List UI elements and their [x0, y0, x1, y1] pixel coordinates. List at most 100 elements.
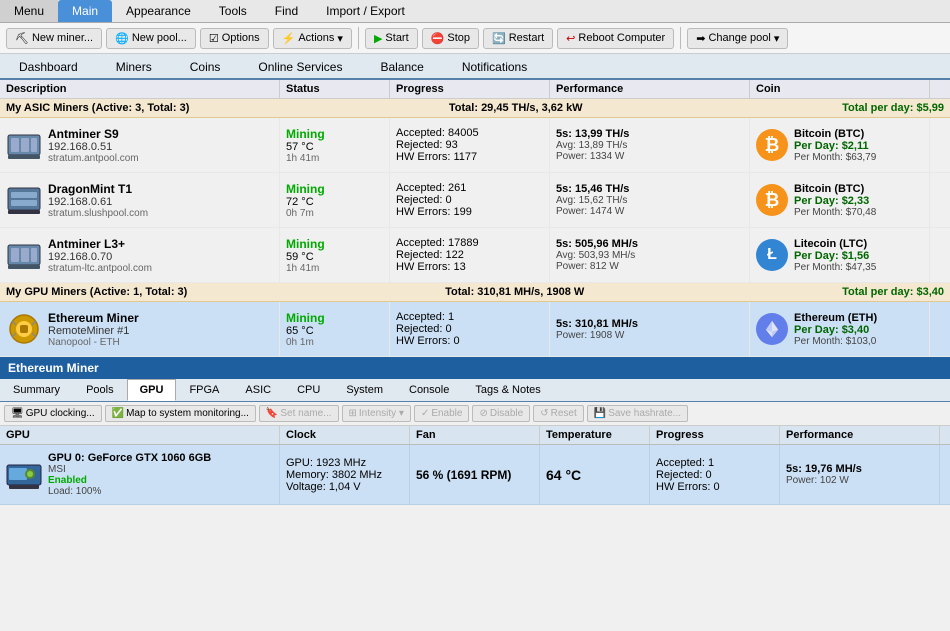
asic-miner-3-desc: Antminer L3+ 192.168.0.70 stratum-ltc.an… [6, 237, 273, 274]
asic-miner-3-performance-cell: 5s: 505,96 MH/s Avg: 503,93 MH/s Power: … [550, 228, 750, 282]
menu-item-tools[interactable]: Tools [205, 0, 261, 22]
col-header-performance: Performance [550, 80, 750, 98]
asic-miner-3-hw: HW Errors: 13 [396, 261, 543, 273]
gpu-device-0-gpu-mhz: GPU: 1923 MHz [286, 457, 403, 469]
asic-miner-1-info: Antminer S9 192.168.0.51 stratum.antpool… [48, 127, 139, 164]
gpu-miner-1-status-cell: Mining 65 °C 0h 1m [280, 302, 390, 356]
menu-item-menu[interactable]: Menu [0, 0, 58, 22]
asic-miner-3-coin: Ł Litecoin (LTC) Per Day: $1,56 Per Mont… [756, 238, 923, 273]
gpu-miner-1-rejected: Rejected: 0 [396, 323, 543, 335]
tab-coins[interactable]: Coins [171, 54, 240, 79]
map-monitoring-button[interactable]: ✅ Map to system monitoring... [105, 405, 256, 422]
btc-icon-1: ₿ [756, 129, 788, 161]
eth-icon [756, 313, 788, 345]
asic-miner-3-per-day: Per Day: $1,56 [794, 250, 876, 262]
gpu-miner-1-accepted: Accepted: 1 [396, 311, 543, 323]
asic-miner-2-elapsed: 0h 7m [286, 208, 383, 219]
asic-miner-1-pool: stratum.antpool.com [48, 153, 139, 164]
asic-miner-3-coin-name: Litecoin (LTC) [794, 238, 876, 250]
menu-item-appearance[interactable]: Appearance [112, 0, 205, 22]
asic-miner-1-name: Antminer S9 [48, 127, 139, 141]
menu-item-main[interactable]: Main [58, 0, 112, 22]
options-button[interactable]: ☑ Options [200, 28, 269, 49]
gpu-miner-1-remote: RemoteMiner #1 [48, 325, 139, 337]
enable-icon: ✓ [421, 408, 429, 419]
detail-tab-system[interactable]: System [333, 379, 396, 401]
actions-button[interactable]: ⚡ Actions ▾ [273, 28, 352, 49]
asic-miner-3-temp: 59 °C [286, 251, 383, 263]
restart-button[interactable]: 🔄 Restart [483, 28, 553, 49]
gpu-miner-1-per-day: Per Day: $3,40 [794, 324, 877, 336]
menu-item-find[interactable]: Find [261, 0, 312, 22]
tab-balance[interactable]: Balance [361, 54, 442, 79]
gpu-device-0-desc: GPU 0: GeForce GTX 1060 6GB MSI Enabled … [6, 452, 273, 497]
asic-miner-row-1[interactable]: Antminer S9 192.168.0.51 stratum.antpool… [0, 118, 950, 173]
asic-miner-2-performance-cell: 5s: 15,46 TH/s Avg: 15,62 TH/s Power: 14… [550, 173, 750, 227]
gpu-device-0-temp-cell: 64 °C [540, 445, 650, 504]
reset-button[interactable]: ↺ Reset [533, 405, 584, 422]
new-pool-button[interactable]: 🌐 New pool... [106, 28, 196, 49]
asic-miner-2-rejected: Rejected: 0 [396, 194, 543, 206]
change-pool-button[interactable]: ➡ Change pool ▾ [687, 28, 788, 49]
tab-notifications[interactable]: Notifications [443, 54, 546, 79]
asic-miner-2-hw: HW Errors: 199 [396, 206, 543, 218]
detail-tab-fpga[interactable]: FPGA [176, 379, 232, 401]
start-button[interactable]: ▶ Start [365, 28, 418, 49]
tab-dashboard[interactable]: Dashboard [0, 54, 97, 79]
gpu-device-0-load: Load: 100% [48, 486, 211, 497]
detail-tab-gpu[interactable]: GPU [127, 379, 177, 401]
detail-tab-asic[interactable]: ASIC [232, 379, 284, 401]
asic-miner-2-status-cell: Mining 72 °C 0h 7m [280, 173, 390, 227]
disable-button[interactable]: ⊘ Disable [472, 405, 530, 422]
gpu-clocking-button[interactable]: 🖥 GPU clocking... [4, 405, 102, 422]
disable-icon: ⊘ [479, 408, 487, 419]
asic-miner-row-2[interactable]: DragonMint T1 192.168.0.61 stratum.slush… [0, 173, 950, 228]
save-hashrate-button[interactable]: 💾 Save hashrate... [587, 405, 688, 422]
asic-miner-row-3[interactable]: Antminer L3+ 192.168.0.70 stratum-ltc.an… [0, 228, 950, 283]
gpu-col-header-progress: Progress [650, 426, 780, 444]
enable-button[interactable]: ✓ Enable [414, 405, 470, 422]
asic-miner-1-progress-cell: Accepted: 84005 Rejected: 93 HW Errors: … [390, 118, 550, 172]
reboot-button[interactable]: ↩ Reboot Computer [557, 28, 674, 49]
reset-icon: ↺ [540, 408, 548, 419]
detail-tab-pools[interactable]: Pools [73, 379, 127, 401]
gpu-device-0-hw-errors: HW Errors: 0 [656, 481, 773, 493]
actions-dropdown-icon: ▾ [337, 32, 343, 45]
asic-miner-3-coin-cell: Ł Litecoin (LTC) Per Day: $1,56 Per Mont… [750, 228, 930, 282]
gpu-col-header-performance: Performance [780, 426, 940, 444]
detail-tab-tags[interactable]: Tags & Notes [462, 379, 553, 401]
gpu-miner-1-perf-power: Power: 1908 W [556, 330, 743, 341]
asic-group-per-day: Total per day: $5,99 [842, 102, 944, 114]
gpu-group-total: Total: 310,81 MH/s, 1908 W [445, 286, 584, 298]
gpu-device-0-progress-cell: Accepted: 1 Rejected: 0 HW Errors: 0 [650, 445, 780, 504]
menu-item-import-export[interactable]: Import / Export [312, 0, 419, 22]
stop-button[interactable]: ⛔ Stop [422, 28, 479, 49]
asic-miner-1-per-day: Per Day: $2,11 [794, 140, 876, 152]
gpu-miner-row-1[interactable]: Ethereum Miner RemoteMiner #1 Nanopool -… [0, 302, 950, 357]
asic-miner-1-perf-avg: Avg: 13,89 TH/s [556, 140, 743, 151]
gpu-device-0-desc-cell: GPU 0: GeForce GTX 1060 6GB MSI Enabled … [0, 445, 280, 504]
gpu-device-0-brand: MSI [48, 464, 211, 475]
detail-tab-summary[interactable]: Summary [0, 379, 73, 401]
gpu-device-row-0[interactable]: GPU 0: GeForce GTX 1060 6GB MSI Enabled … [0, 445, 950, 505]
asic-miner-1-rejected: Rejected: 93 [396, 139, 543, 151]
asic-miner-2-name: DragonMint T1 [48, 182, 148, 196]
detail-header: Ethereum Miner [0, 357, 950, 379]
asic-miner-3-elapsed: 1h 41m [286, 263, 383, 274]
tab-online-services[interactable]: Online Services [239, 54, 361, 79]
gpu-miner-1-info: Ethereum Miner RemoteMiner #1 Nanopool -… [48, 311, 139, 348]
new-miner-button[interactable]: ⛏ New miner... [6, 28, 102, 49]
tab-miners[interactable]: Miners [97, 54, 171, 79]
detail-tab-console[interactable]: Console [396, 379, 462, 401]
intensity-button[interactable]: ⊞ Intensity ▾ [342, 405, 411, 422]
asic-miner-1-per-month: Per Month: $63,79 [794, 152, 876, 163]
gpu-device-0-perf-5s: 5s: 19,76 MH/s [786, 463, 933, 475]
gpu-device-0-name: GPU 0: GeForce GTX 1060 6GB [48, 452, 211, 464]
gpu-group-title: My GPU Miners (Active: 1, Total: 3) [6, 286, 187, 298]
asic-miner-1-elapsed: 1h 41m [286, 153, 383, 164]
gpu-device-0-icon [6, 457, 42, 493]
detail-tab-cpu[interactable]: CPU [284, 379, 333, 401]
asic-miner-2-per-month: Per Month: $70,48 [794, 207, 876, 218]
asic-miner-1-coin-name: Bitcoin (BTC) [794, 128, 876, 140]
set-name-button[interactable]: 🔖 Set name... [259, 405, 339, 422]
